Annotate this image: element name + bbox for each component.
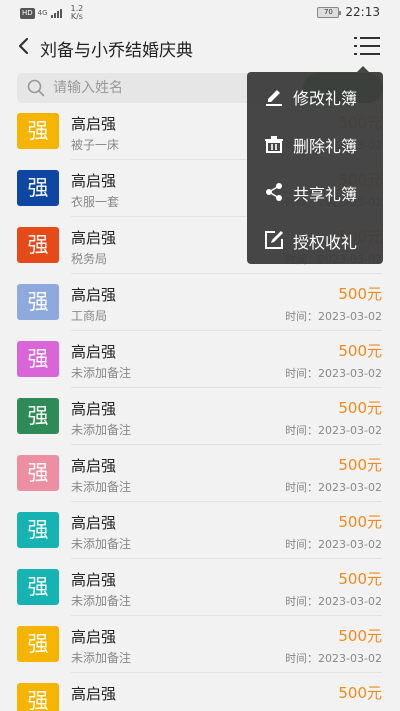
gift-note: 被子一床 [71,138,120,152]
avatar: 强 [17,113,59,149]
gift-amount: 500元 [338,513,382,531]
title-bar: 刘备与小乔结婚庆典 [0,26,400,68]
gift-amount: 500元 [338,285,382,303]
avatar: 强 [17,512,59,548]
gift-amount: 500元 [338,342,382,360]
gift-record-row[interactable]: 强高启强未添加备注 500元时间：2023-03-02 [0,502,400,559]
avatar: 强 [17,227,59,263]
gift-record-row[interactable]: 强高启强未添加备注 500元时间：2023-03-02 [0,616,400,673]
gift-note: 工商局 [71,309,108,323]
gift-record-row[interactable]: 强高启强未添加备注 500元时间：2023-03-02 [0,388,400,445]
guest-name: 高启强 [71,172,117,190]
menu-item-label: 修改礼簿 [293,89,358,108]
gift-time: 时间：2023-03-02 [285,538,382,551]
trash-icon [265,136,283,153]
guest-name: 高启强 [71,514,117,532]
guest-name: 高启强 [71,571,117,589]
avatar: 强 [17,455,59,491]
popup-menu: 修改礼簿 删除礼簿 共享礼簿 授权收礼 [247,72,383,264]
signal-icon [50,8,62,18]
menu-item-label: 授权收礼 [293,233,358,252]
gift-time: 时间：2023-03-02 [285,367,382,380]
status-bar: HD 4G 1.2 K/s 70 22:13 [0,0,400,26]
back-arrow-icon[interactable] [14,35,36,57]
avatar: 强 [17,341,59,377]
avatar: 强 [17,626,59,662]
gift-amount: 500元 [338,399,382,417]
guest-name: 高启强 [71,343,117,361]
gift-time: 时间：2023-03-02 [285,652,382,665]
avatar: 强 [17,170,59,206]
menu-item-share[interactable]: 共享礼簿 [247,168,383,216]
gift-record-row[interactable]: 强高启强工商局 500元时间：2023-03-02 [0,274,400,331]
gift-record-row[interactable]: 强高启强未添加备注 500元时间：2023-03-02 [0,445,400,502]
page-title: 刘备与小乔结婚庆典 [40,41,193,61]
gift-time: 时间：2023-03-02 [285,310,382,323]
gift-amount: 500元 [338,570,382,588]
avatar: 强 [17,398,59,434]
gift-amount: 500元 [338,684,382,702]
gift-note: 未添加备注 [71,480,132,494]
avatar: 强 [17,683,59,711]
menu-item-authorize[interactable]: 授权收礼 [247,216,383,264]
menu-icon[interactable] [354,36,380,56]
share-icon [266,183,282,201]
gift-record-row[interactable]: 强高启强 500元 [0,673,400,711]
gift-time: 时间：2023-03-02 [285,595,382,608]
guest-name: 高启强 [71,457,117,475]
menu-item-delete[interactable]: 删除礼簿 [247,120,383,168]
status-time: 22:13 [345,5,380,19]
guest-name: 高启强 [71,628,117,646]
status-left: HD 4G 1.2 K/s [20,5,83,21]
gift-note: 未添加备注 [71,651,132,665]
search-icon [27,79,45,97]
gift-note: 未添加备注 [71,366,132,380]
gift-note: 未添加备注 [71,594,132,608]
authorize-icon [265,231,283,249]
guest-name: 高启强 [71,400,117,418]
speed-unit: K/s [70,12,83,21]
gift-time: 时间：2023-03-02 [285,481,382,494]
edit-icon [266,90,282,106]
menu-item-edit[interactable]: 修改礼簿 [247,72,383,120]
gift-record-row[interactable]: 强高启强未添加备注 500元时间：2023-03-02 [0,559,400,616]
menu-item-label: 共享礼簿 [293,185,358,204]
battery-icon: 70 [317,6,342,18]
guest-name: 高启强 [71,229,117,247]
gift-record-row[interactable]: 强高启强未添加备注 500元时间：2023-03-02 [0,331,400,388]
menu-item-label: 删除礼簿 [293,137,358,156]
avatar: 强 [17,569,59,605]
gift-note: 未添加备注 [71,423,132,437]
gift-note: 未添加备注 [71,537,132,551]
network-speed: 1.2 K/s [71,5,84,21]
avatar: 强 [17,284,59,320]
status-right: 70 22:13 [317,5,380,19]
search-input[interactable] [53,73,253,103]
gift-amount: 500元 [338,456,382,474]
network-type: 4G [37,8,48,17]
gift-time: 时间：2023-03-02 [285,424,382,437]
guest-name: 高启强 [71,286,117,304]
gift-note: 衣服一套 [71,195,120,209]
guest-name: 高启强 [71,115,117,133]
gift-note: 税务局 [71,252,108,266]
hd-badge: HD [20,7,35,19]
gift-amount: 500元 [338,627,382,645]
guest-name: 高启强 [71,685,117,703]
